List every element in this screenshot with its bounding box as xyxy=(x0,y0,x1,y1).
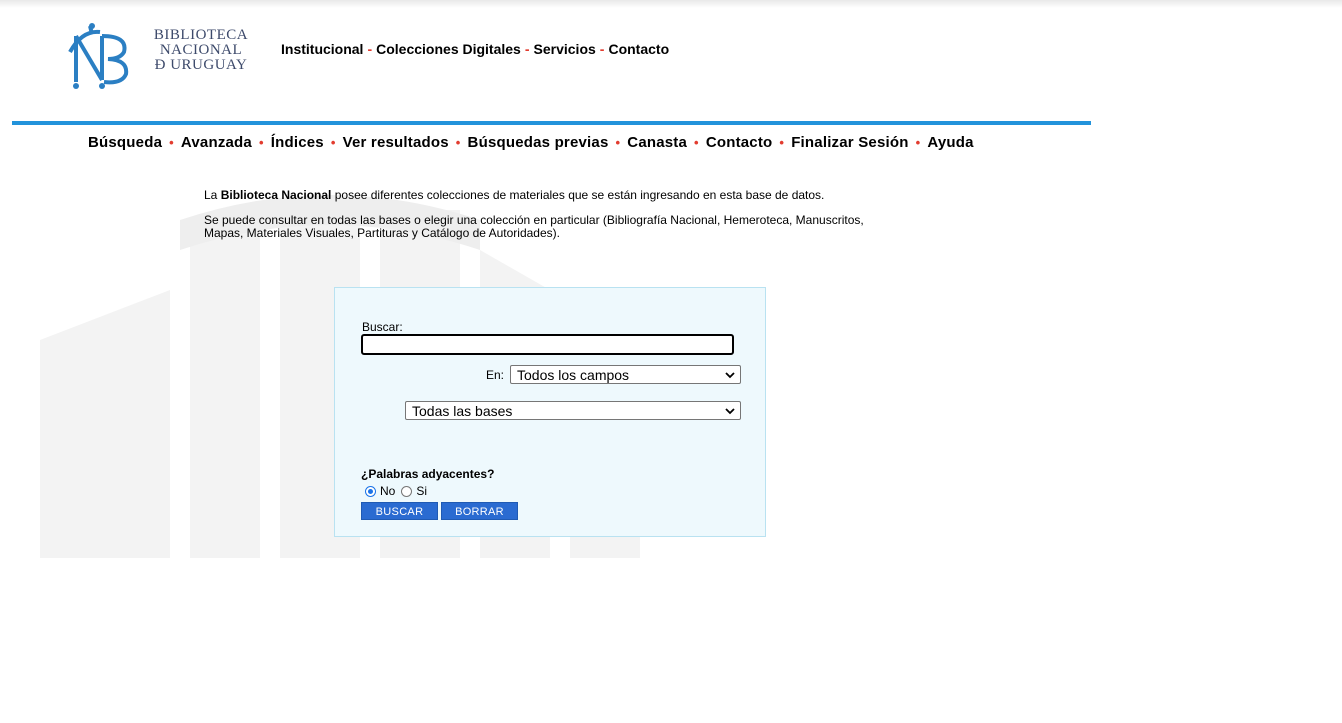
logo-line-3: Ð URUGUAY xyxy=(154,57,248,73)
sub-nav-canasta[interactable]: Canasta xyxy=(627,134,687,151)
buscar-button[interactable]: BUSCAR xyxy=(361,502,438,520)
campo-select[interactable]: Todos los campos xyxy=(510,365,741,384)
sub-nav-separator: • xyxy=(455,135,461,150)
borrar-button[interactable]: BORRAR xyxy=(441,502,518,520)
radio-si-label: Si xyxy=(416,484,428,498)
sub-nav-separator: • xyxy=(779,135,785,150)
base-select-value: Todas las bases xyxy=(412,403,513,419)
radio-no-label: No xyxy=(380,484,396,498)
buscar-label: Buscar: xyxy=(362,320,403,334)
sub-nav-busquedas-previas[interactable]: Búsquedas previas xyxy=(468,134,609,151)
adjacent-words-options: No Si xyxy=(365,484,433,498)
campo-select-value: Todos los campos xyxy=(517,367,630,383)
sub-nav-separator: • xyxy=(694,135,699,150)
top-nav: Institucional - Colecciones Digitales - Serv… xyxy=(281,41,669,57)
intro-p1-bold: Biblioteca Nacional xyxy=(220,188,332,202)
intro-paragraph-2: Se puede consultar en todas las bases o … xyxy=(204,213,864,240)
search-panel: Buscar: En: Todos los campos Todas las b… xyxy=(334,287,766,537)
top-nav-separator: - xyxy=(367,41,373,57)
top-nav-institucional[interactable]: Institucional xyxy=(281,41,363,57)
top-nav-colecciones-digitales[interactable]: Colecciones Digitales xyxy=(376,41,521,57)
top-nav-contacto[interactable]: Contacto xyxy=(608,41,669,57)
intro-paragraph-1: La Biblioteca Nacional posee diferentes … xyxy=(204,189,904,202)
logo-line-1: BIBLIOTECA xyxy=(153,27,249,43)
top-nav-separator: - xyxy=(599,41,605,57)
intro-text: La Biblioteca Nacional posee diferentes … xyxy=(204,189,904,252)
sub-nav-separator: • xyxy=(915,135,921,150)
sub-nav-contacto[interactable]: Contacto xyxy=(706,134,773,151)
sub-nav-separator: • xyxy=(169,135,174,150)
sub-nav-separator: • xyxy=(258,135,264,150)
header-divider xyxy=(12,121,1091,125)
intro-p1-prefix: La xyxy=(204,188,221,202)
sub-nav-indices[interactable]: Índices xyxy=(271,134,324,151)
sub-nav: Búsqueda • Avanzada • Índices • Ver resultados… xyxy=(88,134,974,151)
chevron-down-icon xyxy=(725,408,735,415)
chevron-down-icon xyxy=(725,372,735,379)
sub-nav-busqueda[interactable]: Búsqueda xyxy=(88,134,162,151)
logo-line-2: NACIONAL xyxy=(159,42,243,58)
sub-nav-separator: • xyxy=(330,135,336,150)
base-select[interactable]: Todas las bases xyxy=(405,401,741,420)
radio-si[interactable] xyxy=(401,485,413,497)
intro-p1-suffix: posee diferentes colecciones de material… xyxy=(331,188,825,202)
sub-nav-separator: • xyxy=(615,135,621,150)
sub-nav-finalizar-sesion[interactable]: Finalizar Sesión xyxy=(791,134,908,151)
sub-nav-ver-resultados[interactable]: Ver resultados xyxy=(343,134,449,151)
biblioteca-nacional-logo-icon[interactable] xyxy=(62,22,140,94)
radio-no[interactable] xyxy=(365,485,376,497)
sub-nav-ayuda[interactable]: Ayuda xyxy=(927,134,973,151)
adjacent-words-label: ¿Palabras adyacentes? xyxy=(361,467,495,481)
logo-text: BIBLIOTECA NACIONAL Ð URUGUAY xyxy=(146,28,256,73)
en-label: En: xyxy=(486,368,505,382)
sub-nav-avanzada[interactable]: Avanzada xyxy=(181,134,252,151)
top-nav-servicios[interactable]: Servicios xyxy=(534,41,596,57)
top-nav-separator: - xyxy=(524,41,530,57)
search-input[interactable] xyxy=(361,334,734,355)
top-shade xyxy=(0,0,1342,8)
